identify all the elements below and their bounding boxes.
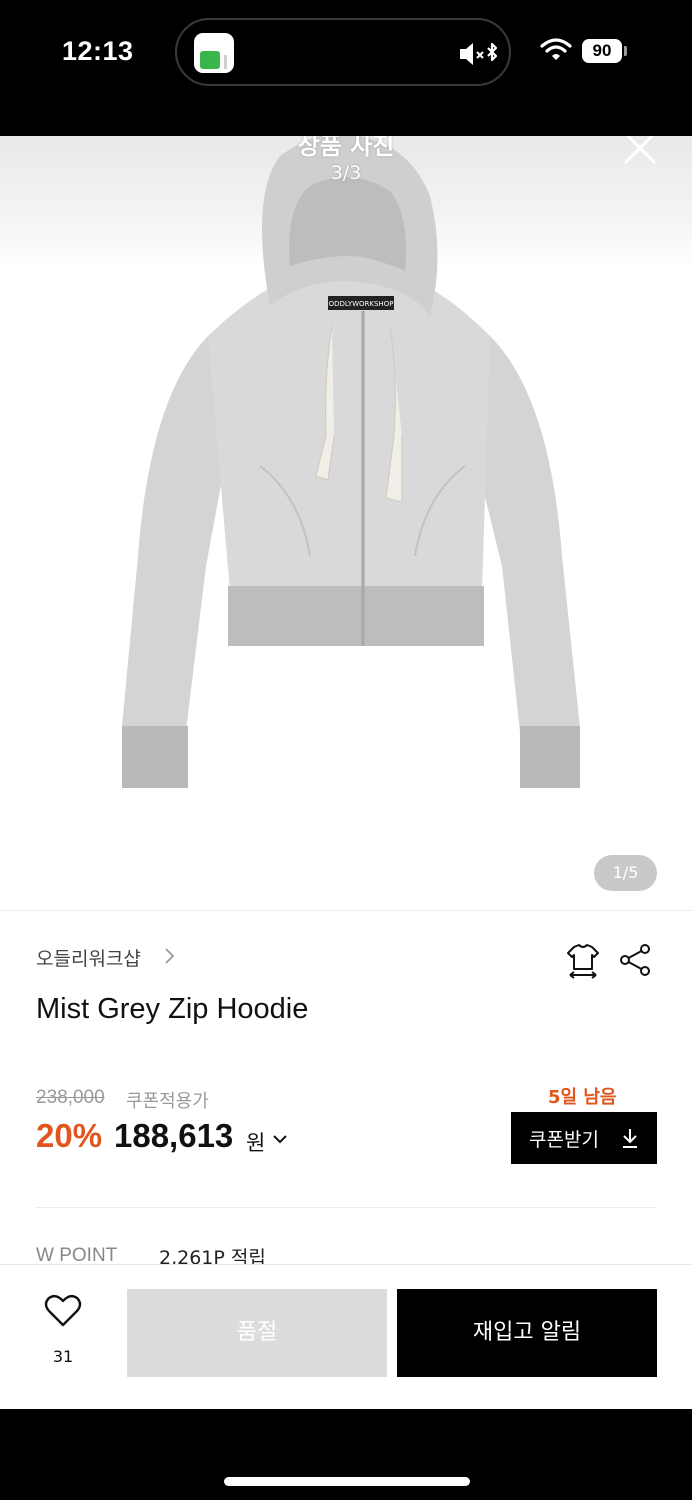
- page-indicator: 1/5: [594, 855, 657, 891]
- like-button[interactable]: 31: [30, 1291, 96, 1381]
- status-time: 12:13: [62, 36, 134, 66]
- product-info: 오들리워크샵 Mist Grey Zip Hoodie 238,000 쿠폰적용…: [0, 910, 692, 1269]
- discount-rate: 20%: [36, 1117, 103, 1154]
- coupon-download-button[interactable]: 쿠폰받기: [511, 1112, 657, 1164]
- share-icon[interactable]: [619, 943, 653, 977]
- status-bar: 12:13 90: [0, 0, 692, 136]
- bottom-action-bar: 31 품절 재입고 알림: [0, 1264, 692, 1409]
- divider: [36, 1207, 656, 1208]
- mute-icon: [458, 40, 500, 72]
- brand-label-text: ODDLYWORKSHOP: [329, 300, 394, 308]
- sale-price: 188,613: [114, 1117, 234, 1154]
- close-icon: [624, 136, 656, 164]
- brand-link[interactable]: 오들리워크샵: [36, 944, 141, 971]
- like-count: 31: [52, 1347, 74, 1366]
- dynamic-island: [175, 18, 511, 86]
- coupon-price-note: 쿠폰적용가: [126, 1091, 209, 1112]
- viewer-title: 상품 사진: [297, 136, 395, 160]
- home-area: [0, 1409, 692, 1500]
- battery-icon: 90: [582, 39, 622, 63]
- heart-icon: [44, 1294, 82, 1327]
- bluetooth-icon: [487, 42, 498, 62]
- chevron-down-icon[interactable]: [272, 1133, 288, 1145]
- currency-label[interactable]: 원: [246, 1127, 265, 1157]
- product-image: ODDLYWORKSHOP: [122, 136, 580, 788]
- viewer-counter: 3/3: [330, 162, 362, 184]
- product-photo-viewer[interactable]: ODDLYWORKSHOP 상품 사진 3/3 1/5: [0, 136, 692, 910]
- size-fit-icon[interactable]: [566, 943, 600, 979]
- restock-alert-button[interactable]: 재입고 알림: [397, 1289, 657, 1377]
- close-button[interactable]: [620, 136, 660, 168]
- download-icon: [623, 1129, 637, 1148]
- app-icon: [194, 33, 234, 73]
- soldout-button[interactable]: 품절: [127, 1289, 387, 1377]
- original-price: 238,000: [36, 1087, 105, 1108]
- coupon-days-left: 5일 남음: [548, 1087, 617, 1108]
- chevron-right-icon[interactable]: [163, 947, 175, 965]
- product-name: Mist Grey Zip Hoodie: [36, 993, 309, 1025]
- home-indicator[interactable]: [224, 1477, 470, 1486]
- wifi-icon: [540, 38, 572, 66]
- coupon-button-label: 쿠폰받기: [529, 1129, 599, 1151]
